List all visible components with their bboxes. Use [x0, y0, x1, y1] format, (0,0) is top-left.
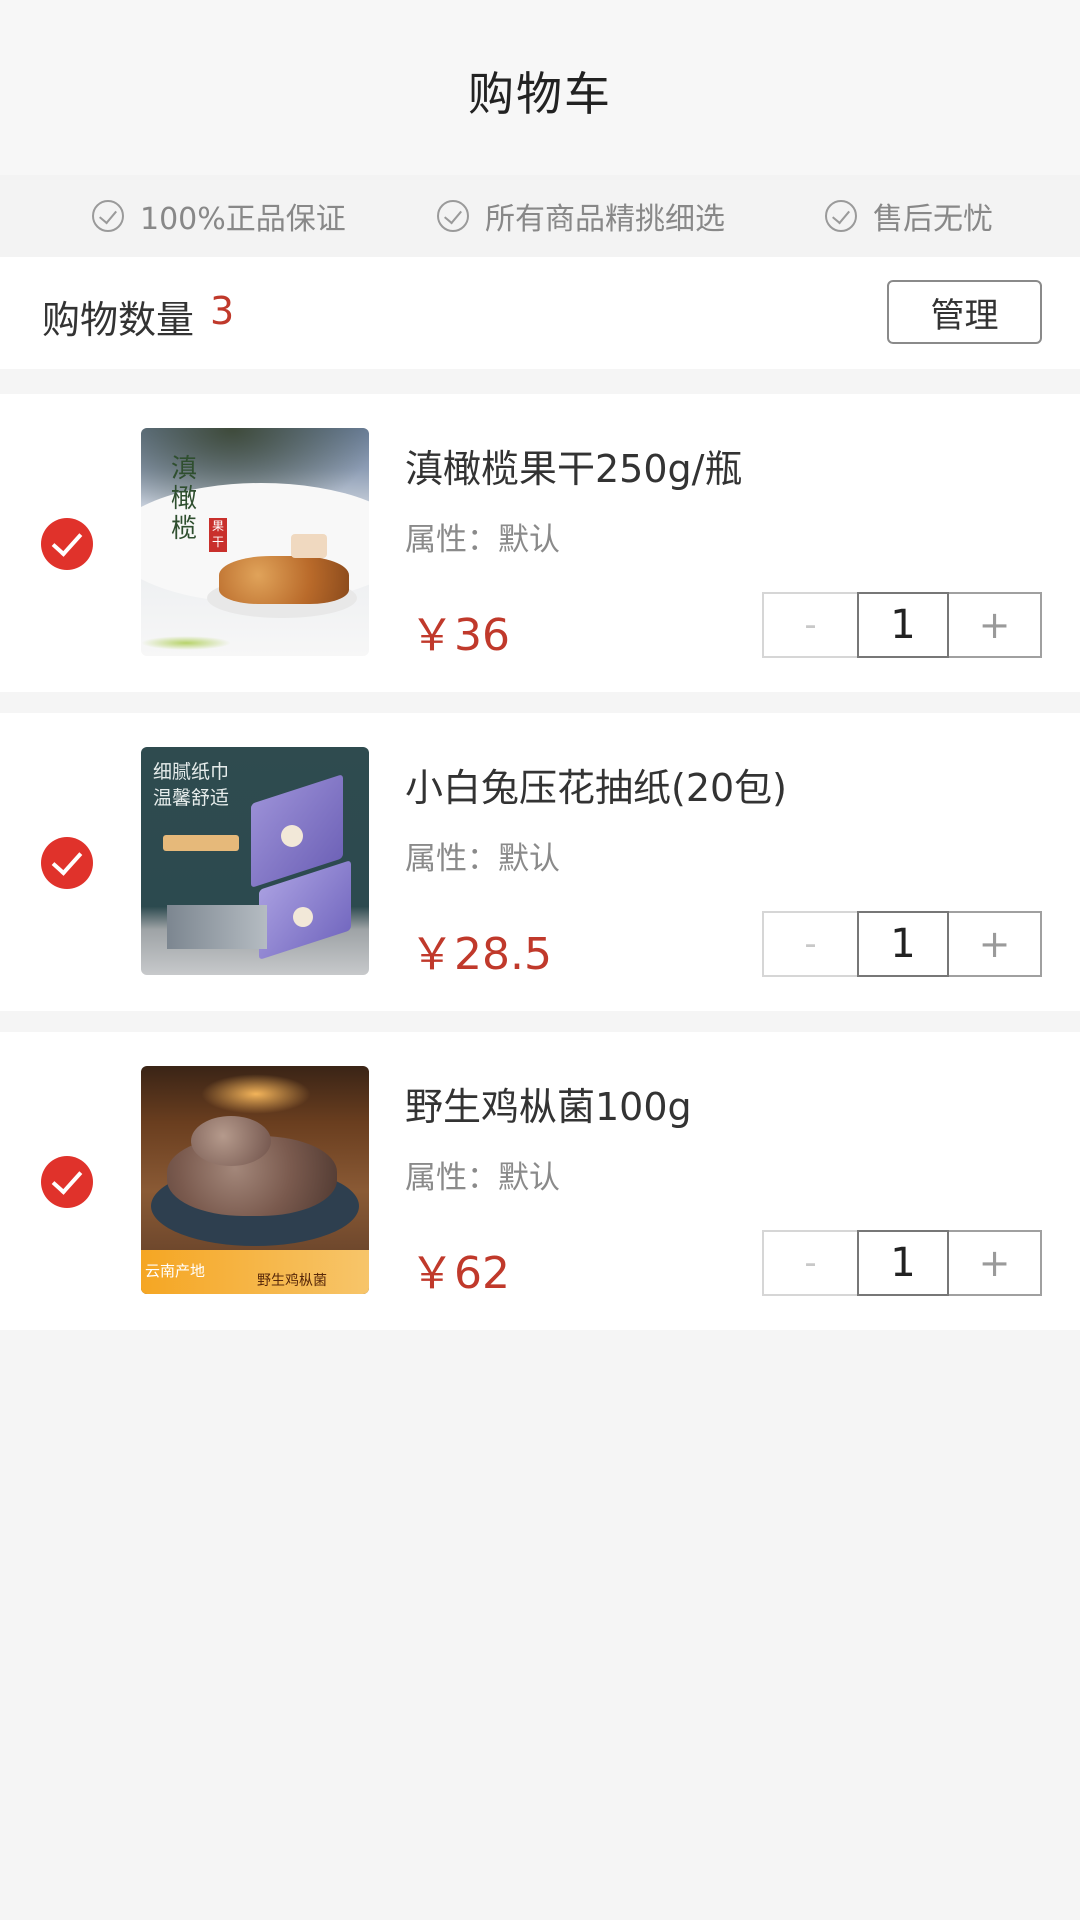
- guarantee-item: 100%正品保证: [92, 175, 346, 257]
- cart-count-label: 购物数量: [42, 298, 195, 342]
- product-attribute: 属性：默认: [405, 841, 560, 877]
- increase-button[interactable]: +: [949, 911, 1042, 977]
- guarantee-item: 售后无忧: [825, 175, 993, 257]
- selected-check-icon[interactable]: [41, 837, 93, 889]
- image-caption: 细腻纸巾 温馨舒适: [153, 761, 230, 809]
- quantity-field[interactable]: 1: [857, 1230, 949, 1296]
- header-bar: 购物车: [0, 0, 1080, 175]
- cart-item: 细腻纸巾 温馨舒适 小白兔压花抽纸(20包) 属性：默认 ￥28.5 - 1 +: [0, 713, 1080, 1011]
- increase-button[interactable]: +: [949, 592, 1042, 658]
- guarantee-item: 所有商品精挑细选: [437, 175, 725, 257]
- image-caption: 云南产地: [145, 1262, 206, 1280]
- cart-count-value: 3: [210, 289, 235, 333]
- guarantee-label: 售后无忧: [873, 202, 993, 237]
- decrease-button[interactable]: -: [762, 911, 857, 977]
- product-thumbnail[interactable]: 滇 橄 榄 果干: [141, 428, 369, 656]
- image-stamp: 果干: [209, 518, 227, 552]
- product-thumbnail[interactable]: 云南产地 野生鸡枞菌: [141, 1066, 369, 1294]
- product-price: ￥36: [410, 610, 510, 661]
- check-circle-icon: [825, 200, 857, 232]
- guarantee-strip: 100%正品保证 所有商品精挑细选 售后无忧: [0, 175, 1080, 257]
- image-caption: 野生鸡枞菌: [257, 1273, 327, 1289]
- quantity-stepper: - 1 +: [762, 911, 1042, 977]
- product-name[interactable]: 野生鸡枞菌100g: [405, 1076, 692, 1131]
- product-attribute: 属性：默认: [405, 522, 560, 558]
- selected-check-icon[interactable]: [41, 1156, 93, 1208]
- check-circle-icon: [437, 200, 469, 232]
- quantity-field[interactable]: 1: [857, 592, 949, 658]
- product-name[interactable]: 小白兔压花抽纸(20包): [405, 757, 787, 812]
- decrease-button[interactable]: -: [762, 1230, 857, 1296]
- cart-summary: 购物数量 3 管理: [0, 257, 1080, 369]
- cart-item: 滇 橄 榄 果干 滇橄榄果干250g/瓶 属性：默认 ￥36 - 1 +: [0, 394, 1080, 692]
- product-price: ￥28.5: [410, 929, 552, 980]
- increase-button[interactable]: +: [949, 1230, 1042, 1296]
- selected-check-icon[interactable]: [41, 518, 93, 570]
- product-name[interactable]: 滇橄榄果干250g/瓶: [405, 438, 742, 493]
- decrease-button[interactable]: -: [762, 592, 857, 658]
- manage-button[interactable]: 管理: [887, 280, 1042, 344]
- product-attribute: 属性：默认: [405, 1160, 560, 1196]
- image-caption: 滇 橄 榄: [171, 454, 198, 544]
- page-title: 购物车: [468, 67, 612, 121]
- quantity-stepper: - 1 +: [762, 592, 1042, 658]
- check-circle-icon: [92, 200, 124, 232]
- product-thumbnail[interactable]: 细腻纸巾 温馨舒适: [141, 747, 369, 975]
- guarantee-label: 所有商品精挑细选: [485, 202, 725, 237]
- quantity-field[interactable]: 1: [857, 911, 949, 977]
- quantity-stepper: - 1 +: [762, 1230, 1042, 1296]
- cart-item: 云南产地 野生鸡枞菌 野生鸡枞菌100g 属性：默认 ￥62 - 1 +: [0, 1032, 1080, 1330]
- product-price: ￥62: [410, 1248, 510, 1299]
- guarantee-label: 100%正品保证: [140, 202, 346, 237]
